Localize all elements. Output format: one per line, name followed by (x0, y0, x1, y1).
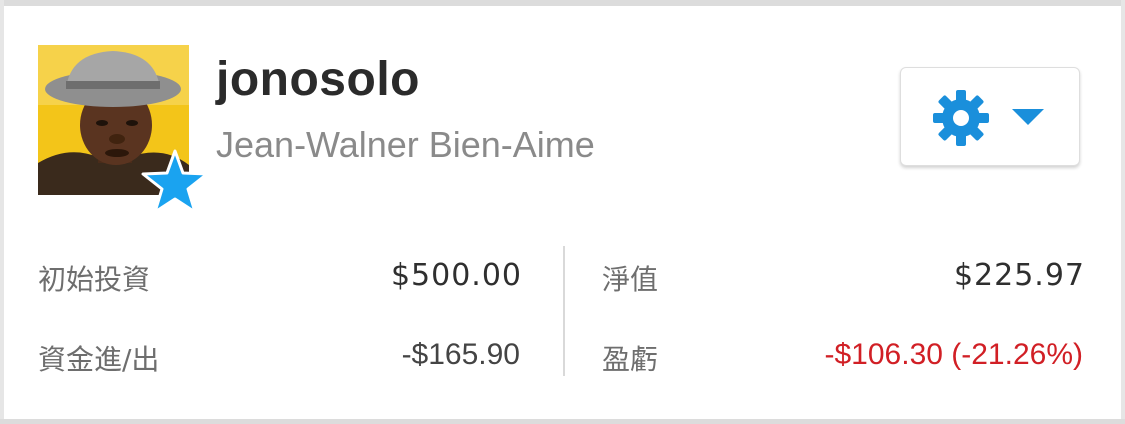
avatar-container[interactable] (38, 45, 209, 214)
funds-in-out-label: 資金進/出 (38, 343, 160, 376)
initial-investment-value: $500.00 (390, 258, 522, 293)
funds-in-out-value: -$165.90 (401, 338, 520, 371)
full-name: Jean-Walner Bien-Aime (216, 124, 595, 165)
bottom-edge (0, 419, 1125, 424)
left-edge (0, 0, 4, 424)
star-icon (141, 149, 209, 214)
equity-value: $225.97 (953, 258, 1085, 293)
right-edge (1121, 0, 1125, 424)
gear-icon (933, 90, 989, 146)
top-edge (0, 0, 1125, 6)
profit-loss-label: 盈虧 (602, 343, 659, 376)
initial-investment-label: 初始投資 (38, 263, 151, 296)
settings-dropdown-button[interactable] (900, 67, 1080, 166)
profit-loss-value: -$106.30 (-21.26%) (824, 338, 1084, 371)
caret-down-icon (1012, 109, 1044, 125)
equity-label: 淨值 (602, 263, 659, 296)
username: jonosolo (216, 53, 420, 106)
column-divider (563, 246, 565, 376)
